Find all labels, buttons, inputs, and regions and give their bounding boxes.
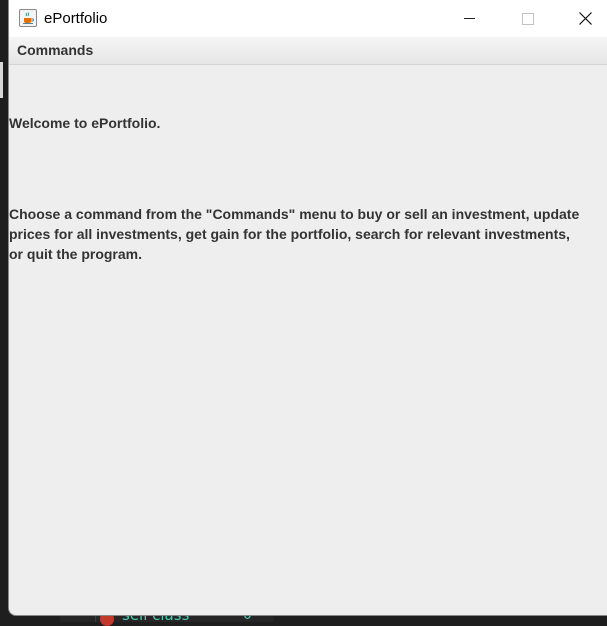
java-cup-icon[interactable] bbox=[19, 9, 37, 27]
main-panel: Welcome to ePortfolio. Choose a command … bbox=[9, 65, 607, 615]
eportfolio-window: ePortfolio Commands Welcome to ePortfoli… bbox=[8, 0, 607, 616]
instructions-line: prices for all investments, get gain for… bbox=[9, 226, 570, 242]
title-bar[interactable]: ePortfolio bbox=[9, 0, 607, 37]
window-title: ePortfolio bbox=[44, 10, 108, 27]
minimize-icon bbox=[464, 18, 475, 19]
close-button[interactable] bbox=[562, 0, 607, 37]
menu-bar: Commands bbox=[9, 37, 607, 65]
minimize-button[interactable] bbox=[446, 0, 492, 37]
maximize-icon bbox=[522, 13, 534, 25]
welcome-message: Welcome to ePortfolio. bbox=[9, 115, 161, 131]
instructions-line: Choose a command from the "Commands" men… bbox=[9, 206, 580, 222]
instructions-text: Choose a command from the "Commands" men… bbox=[9, 204, 607, 264]
maximize-button[interactable] bbox=[505, 0, 551, 37]
menu-commands[interactable]: Commands bbox=[17, 42, 93, 59]
instructions-line: or quit the program. bbox=[9, 246, 142, 262]
background-scroll-indicator bbox=[0, 62, 3, 98]
close-icon bbox=[579, 12, 592, 25]
